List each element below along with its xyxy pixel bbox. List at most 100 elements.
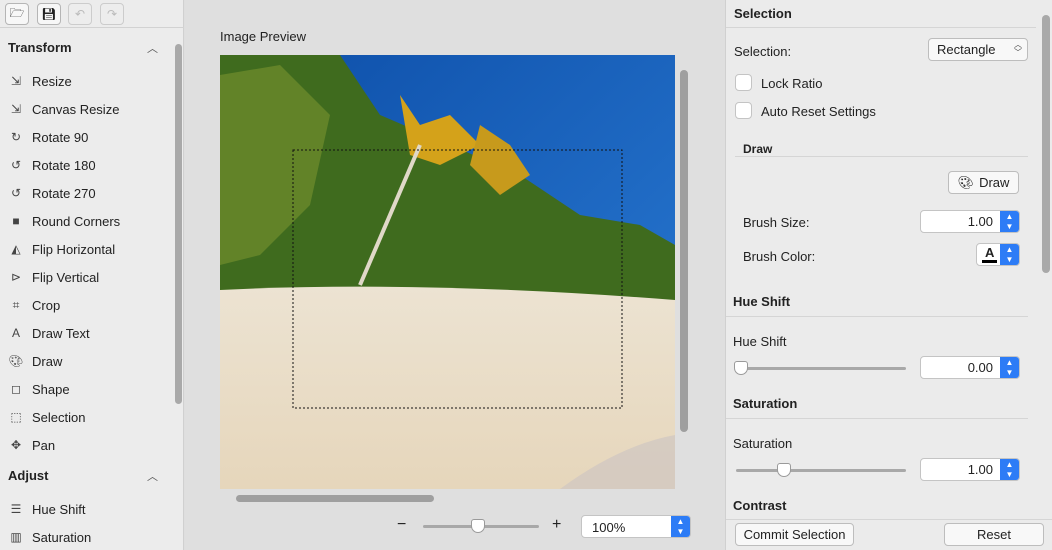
zoom-value: 100% xyxy=(592,520,626,535)
draw-button[interactable]: 🎨︎ Draw xyxy=(948,171,1019,194)
hue-shift-value: 0.00 xyxy=(967,360,993,375)
save-button[interactable]: 💾︎ xyxy=(37,3,61,25)
sidebar-item-label: Rotate 180 xyxy=(32,157,96,173)
sidebar-item-label: Pan xyxy=(32,437,56,453)
toolbar-divider xyxy=(0,27,184,28)
brush-color-picker[interactable]: A ▲ ▼ xyxy=(976,243,1020,266)
commit-selection-button[interactable]: Commit Selection xyxy=(735,523,854,546)
palette-icon: 🎨︎ xyxy=(8,354,24,368)
zoom-slider-thumb[interactable] xyxy=(470,519,485,533)
auto-reset-label: Auto Reset Settings xyxy=(761,104,876,119)
sidebar-item-round-corners[interactable]: ■ Round Corners xyxy=(8,211,168,231)
open-button[interactable]: 🗁 xyxy=(5,3,29,25)
section-adjust[interactable]: Adjust xyxy=(8,468,48,483)
open-folder-icon: 🗁 xyxy=(9,5,25,20)
settings-panel: Selection Selection: Rectangle ︿ ﹀ Lock R… xyxy=(725,0,1052,550)
palette-icon: 🎨︎ xyxy=(957,174,975,190)
saturation-slider[interactable] xyxy=(736,469,906,472)
shape-icon: ◻ xyxy=(11,382,21,396)
stepper-icon[interactable]: ▲ ▼ xyxy=(1000,357,1019,378)
draw-header: Draw xyxy=(743,142,773,156)
sidebar-item-draw[interactable]: 🎨︎ Draw xyxy=(8,351,168,371)
sidebar-item-label: Draw xyxy=(32,353,63,369)
pan-icon: ✥ xyxy=(10,438,22,452)
hue-shift-stepper[interactable]: 0.00 ▲ ▼ xyxy=(920,356,1020,379)
reset-button[interactable]: Reset xyxy=(944,523,1044,546)
brush-size-value: 1.00 xyxy=(967,214,993,229)
hue-shift-header: Hue Shift xyxy=(733,294,791,309)
round-corners-icon: ■ xyxy=(12,214,20,228)
sidebar-item-rotate-90[interactable]: ↻ Rotate 90 xyxy=(8,127,168,147)
sidebar-item-draw-text[interactable]: A Draw Text xyxy=(8,323,168,343)
preview-title: Image Preview xyxy=(220,29,306,44)
draw-text-icon: A xyxy=(11,326,20,340)
saturation-slider-thumb[interactable] xyxy=(776,463,791,477)
rotate-180-icon: ↺ xyxy=(10,158,22,172)
sidebar-item-label: Shape xyxy=(32,381,70,397)
sidebar-item-pan[interactable]: ✥ Pan xyxy=(8,435,168,455)
stepper-icon[interactable]: ▲ ▼ xyxy=(671,516,690,537)
brush-size-stepper[interactable]: 1.00 ▲ ▼ xyxy=(920,210,1020,233)
auto-reset-checkbox[interactable] xyxy=(735,102,752,119)
sidebar-item-label: Saturation xyxy=(32,529,92,545)
preview-area: Image Preview − + 100% ▲ ▼ xyxy=(185,0,725,550)
sidebar-scrollbar[interactable] xyxy=(175,44,182,404)
lock-ratio-label: Lock Ratio xyxy=(761,76,823,91)
image-canvas[interactable] xyxy=(220,55,675,489)
stepper-icon[interactable]: ▲ ▼ xyxy=(1000,459,1019,480)
selection-type-value: Rectangle xyxy=(937,42,996,57)
section-transform[interactable]: Transform xyxy=(8,40,72,55)
sidebar-item-label: Round Corners xyxy=(32,213,121,229)
chevron-up-icon[interactable]: ︿ xyxy=(147,468,158,484)
zoom-out-button[interactable]: − xyxy=(397,516,406,534)
stepper-icon[interactable]: ▲ ▼ xyxy=(1000,244,1019,265)
sidebar-item-shape[interactable]: ◻ Shape xyxy=(8,379,168,399)
undo-button[interactable]: ↶ xyxy=(68,3,92,25)
flip-horizontal-icon: ◭ xyxy=(11,242,21,256)
sidebar-item-label: Crop xyxy=(32,297,61,313)
canvas-resize-icon: ⇲ xyxy=(10,102,22,116)
saturation-value: 1.00 xyxy=(967,462,993,477)
redo-button[interactable]: ↷ xyxy=(100,3,124,25)
hue-shift-slider-thumb[interactable] xyxy=(734,361,748,375)
sidebar-item-flip-horizontal[interactable]: ◭ Flip Horizontal xyxy=(8,239,168,259)
sidebar-item-saturation[interactable]: ▥ Saturation xyxy=(8,527,168,547)
stepper-icon[interactable]: ▲ ▼ xyxy=(1000,211,1019,232)
sand xyxy=(220,286,675,489)
hue-shift-slider[interactable] xyxy=(736,367,906,370)
draw-button-label: Draw xyxy=(979,175,1010,190)
chevron-up-icon[interactable]: ︿ xyxy=(147,40,158,56)
selection-type-select[interactable]: Rectangle ︿ ﹀ xyxy=(928,38,1028,61)
contrast-header: Contrast xyxy=(733,498,787,513)
lock-ratio-checkbox[interactable] xyxy=(735,74,752,91)
sidebar-item-label: Selection xyxy=(32,409,86,425)
hue-shift-label: Hue Shift xyxy=(733,334,787,349)
sidebar-item-resize[interactable]: ⇲ Resize xyxy=(8,71,168,91)
zoom-in-button[interactable]: + xyxy=(552,516,561,534)
sidebar-item-selection[interactable]: ⬚ Selection xyxy=(8,407,168,427)
brush-size-label: Brush Size: xyxy=(743,215,810,230)
sidebar-item-label: Canvas Resize xyxy=(32,101,120,117)
sidebar-item-flip-vertical[interactable]: ⊳ Flip Vertical xyxy=(8,267,168,287)
sidebar-item-label: Draw Text xyxy=(32,325,90,341)
up-down-chevron-icon: ︿ ﹀ xyxy=(1014,40,1022,57)
saturation-stepper[interactable]: 1.00 ▲ ▼ xyxy=(920,458,1020,481)
sidebar-item-canvas-resize[interactable]: ⇲ Canvas Resize xyxy=(8,99,168,119)
sidebar-item-label: Flip Vertical xyxy=(32,269,100,285)
vertical-scrollbar[interactable] xyxy=(680,70,688,432)
sidebar-item-hue-shift[interactable]: ☰ Hue Shift xyxy=(8,499,168,519)
zoom-combo[interactable]: 100% ▲ ▼ xyxy=(581,515,691,538)
sidebar-item-rotate-180[interactable]: ↺ Rotate 180 xyxy=(8,155,168,175)
sidebar-item-label: Hue Shift xyxy=(32,501,86,517)
save-icon: 💾︎ xyxy=(41,7,57,21)
crop-icon: ⌗ xyxy=(12,297,20,312)
panel-scrollbar[interactable] xyxy=(1042,15,1050,273)
selection-header: Selection xyxy=(734,6,792,21)
sidebar-item-label: Rotate 270 xyxy=(32,185,96,201)
sidebar-item-rotate-270[interactable]: ↺ Rotate 270 xyxy=(8,183,168,203)
sidebar-item-label: Resize xyxy=(32,73,72,89)
flip-vertical-icon: ⊳ xyxy=(10,270,22,284)
horizontal-scrollbar[interactable] xyxy=(236,495,434,502)
undo-icon: ↶ xyxy=(74,7,86,21)
sidebar-item-crop[interactable]: ⌗ Crop xyxy=(8,295,168,315)
